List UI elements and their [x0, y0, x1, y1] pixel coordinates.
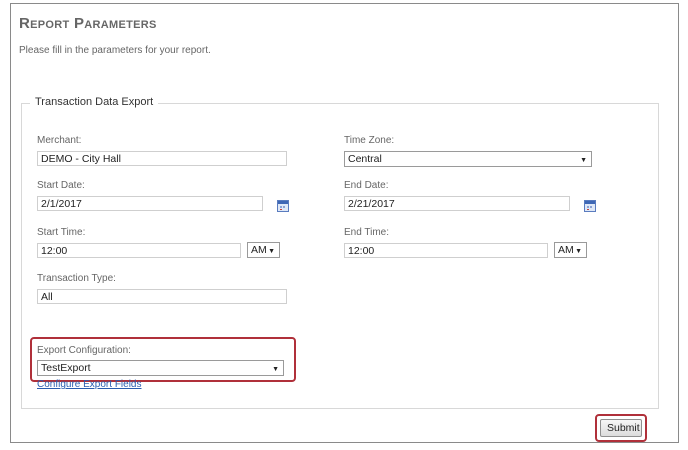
transaction-export-fieldset: Transaction Data Export Merchant: DEMO -…	[21, 96, 659, 409]
time-zone-select[interactable]: Central ▼	[344, 151, 592, 167]
start-time-input[interactable]: 12:00	[37, 243, 241, 258]
end-ampm-select[interactable]: AM ▼	[554, 242, 587, 258]
page-subtitle: Please fill in the parameters for your r…	[19, 45, 211, 56]
export-configuration-select[interactable]: TestExport ▼	[37, 360, 284, 376]
end-date-input[interactable]: 2/21/2017	[344, 196, 570, 211]
submit-button[interactable]: Submit	[600, 419, 642, 437]
end-ampm-value: AM	[558, 244, 574, 256]
start-ampm-select[interactable]: AM ▼	[247, 242, 280, 258]
report-panel: Report Parameters Please fill in the par…	[10, 3, 679, 443]
calendar-icon[interactable]	[277, 200, 289, 212]
end-date-label: End Date:	[344, 180, 389, 191]
chevron-down-icon: ▼	[272, 366, 279, 373]
merchant-input[interactable]: DEMO - City Hall	[37, 151, 287, 166]
configure-export-fields-link[interactable]: Configure Export Fields	[37, 379, 142, 390]
merchant-label: Merchant:	[37, 135, 82, 146]
export-configuration-label: Export Configuration:	[37, 345, 131, 356]
start-date-input[interactable]: 2/1/2017	[37, 196, 263, 211]
time-zone-label: Time Zone:	[344, 135, 395, 146]
chevron-down-icon: ▼	[268, 248, 275, 255]
chevron-down-icon: ▼	[580, 157, 587, 164]
chevron-down-icon: ▼	[575, 248, 582, 255]
start-time-label: Start Time:	[37, 227, 86, 238]
page-title: Report Parameters	[19, 15, 157, 32]
transaction-type-input[interactable]: All	[37, 289, 287, 304]
start-date-label: Start Date:	[37, 180, 85, 191]
time-zone-value: Central	[348, 153, 382, 165]
export-configuration-value: TestExport	[41, 362, 91, 374]
end-time-input[interactable]: 12:00	[344, 243, 548, 258]
transaction-type-label: Transaction Type:	[37, 273, 116, 284]
fieldset-legend: Transaction Data Export	[30, 96, 159, 108]
start-ampm-value: AM	[251, 244, 267, 256]
calendar-icon[interactable]	[584, 200, 596, 212]
end-time-label: End Time:	[344, 227, 390, 238]
